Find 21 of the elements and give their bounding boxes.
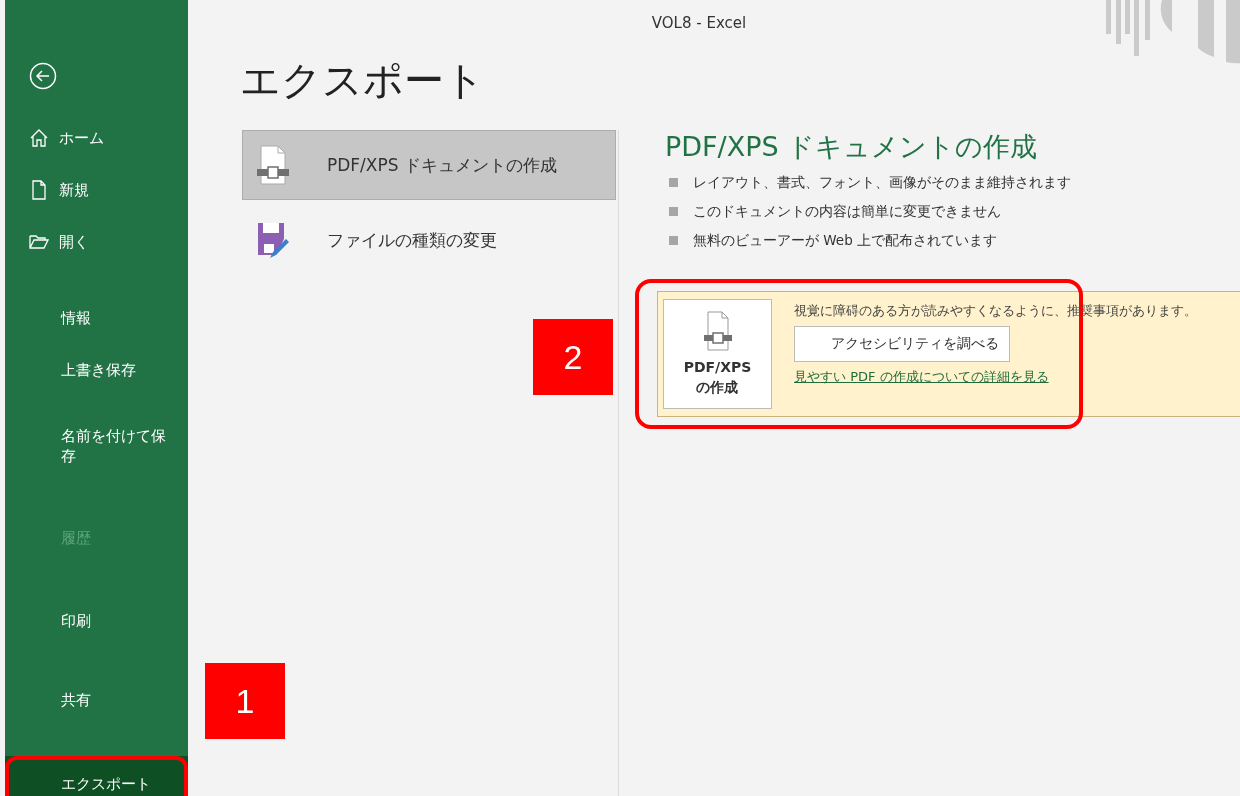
sidebar-item[interactable]: 共有 [5, 663, 188, 736]
export-option[interactable]: PDF/XPS ドキュメントの作成 [242, 130, 616, 200]
sidebar-item[interactable]: 開く [5, 216, 188, 268]
sidebar-item[interactable]: ホーム [5, 112, 188, 164]
check-accessibility-button[interactable]: アクセシビリティを調べる [794, 326, 1010, 362]
page-title: エクスポート [240, 56, 486, 105]
bullet-text: 無料のビューアーが Web 上で配布されています [693, 231, 997, 250]
callout-number: 1 [205, 663, 285, 739]
sidebar-item[interactable]: 新規 [5, 164, 188, 216]
sidebar-item[interactable]: 情報 [5, 292, 188, 344]
window-title: VOL8 - Excel [651, 14, 747, 34]
callout-number: 2 [533, 319, 613, 395]
bullet-text: このドキュメントの内容は簡単に変更できません [693, 202, 1001, 221]
section-heading: PDF/XPS ドキュメントの作成 [665, 130, 1039, 164]
export-option[interactable]: ファイルの種類の変更 [242, 200, 616, 280]
details-link[interactable]: 見やすい PDF の作成についての詳細を見る [794, 368, 1049, 386]
sidebar-item[interactable]: 名前を付けて保存 [5, 396, 188, 496]
sidebar-item[interactable]: 上書き保存 [5, 344, 188, 396]
create-pdf-button[interactable]: PDF/XPS の作成 [663, 299, 772, 409]
sidebar-item[interactable]: 印刷 [5, 579, 188, 663]
bullet-text: レイアウト、書式、フォント、画像がそのまま維持されます [693, 173, 1071, 192]
